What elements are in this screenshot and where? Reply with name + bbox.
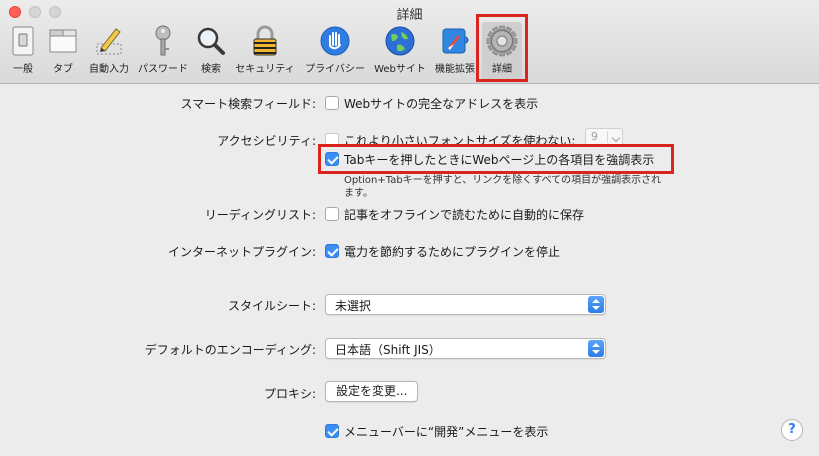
min-font-size-value: 9	[591, 130, 598, 143]
tab-highlight-note: Option+Tabキーを押すと、リンクを除くすべての項目が強調表示されます。	[344, 175, 662, 199]
stop-plugins-checkbox[interactable]	[325, 244, 339, 258]
tab-label: Webサイト	[374, 64, 426, 75]
tab-search[interactable]: 検索	[194, 22, 228, 80]
tab-security[interactable]: セキュリティ	[232, 22, 298, 80]
hand-icon	[320, 26, 350, 56]
plugins-label: インターネットプラグイン:	[167, 245, 316, 259]
encoding-label: デフォルトのエンコーディング:	[144, 343, 316, 357]
tab-label: パスワード	[138, 64, 188, 75]
toolbar: 詳細 一般 タブ 自動入力 パスワード 検索 セキュリティ プライバシー Web…	[0, 0, 819, 84]
tab-label: タブ	[53, 64, 73, 75]
key-icon	[155, 25, 171, 56]
accessibility-label: アクセシビリティ:	[217, 134, 316, 148]
encoding-value: 日本語（Shift JIS）	[335, 343, 441, 357]
tab-label: プライバシー	[305, 64, 365, 75]
up-down-arrows-icon	[588, 340, 604, 357]
up-down-arrows-icon	[588, 296, 604, 313]
tab-label: 自動入力	[89, 64, 129, 75]
reading-list-label: リーディングリスト:	[204, 208, 316, 222]
encoding-select[interactable]: 日本語（Shift JIS）	[325, 338, 606, 359]
general-switch-icon	[12, 26, 34, 56]
advanced-tab-highlight	[476, 14, 528, 82]
show-full-address-text: Webサイトの完全なアドレスを表示	[344, 97, 539, 111]
stylesheet-select[interactable]: 未選択	[325, 294, 606, 315]
tab-general[interactable]: 一般	[4, 22, 42, 80]
select-separator	[607, 131, 608, 143]
padlock-icon	[253, 25, 277, 56]
stylesheet-label: スタイルシート:	[227, 299, 316, 313]
stop-plugins-text: 電力を節約するためにプラグインを停止	[344, 245, 561, 259]
tabs-icon	[49, 29, 77, 53]
stylesheet-value: 未選択	[335, 299, 372, 313]
tab-autofill[interactable]: 自動入力	[86, 22, 132, 80]
change-settings-button[interactable]: 設定を変更...	[325, 381, 419, 402]
tab-passwords[interactable]: パスワード	[134, 22, 192, 80]
globe-icon	[385, 26, 415, 56]
tab-privacy[interactable]: プライバシー	[302, 22, 368, 80]
tab-label: セキュリティ	[235, 64, 295, 75]
show-full-address-checkbox[interactable]	[325, 96, 339, 110]
magnifier-icon	[197, 27, 225, 55]
pencil-form-icon	[96, 28, 122, 55]
chevron-down-icon	[611, 133, 621, 143]
save-offline-checkbox[interactable]	[325, 207, 339, 221]
show-develop-menu-checkbox[interactable]	[325, 424, 339, 438]
puzzle-compass-icon	[442, 28, 469, 54]
tab-label: 一般	[13, 64, 33, 75]
tab-label: 機能拡張	[435, 64, 475, 75]
tab-tabs[interactable]: タブ	[44, 22, 82, 80]
window-title: 詳細	[396, 8, 423, 23]
tab-websites[interactable]: Webサイト	[372, 22, 428, 80]
save-offline-text: 記事をオフラインで読むために自動的に保存	[344, 208, 585, 222]
tab-highlight-annotation	[318, 144, 674, 174]
show-develop-menu-text: メニューバーに“開発”メニューを表示	[344, 425, 549, 439]
help-button[interactable]: ?	[781, 419, 803, 441]
tab-label: 検索	[201, 64, 221, 75]
preferences-window: 詳細 一般 タブ 自動入力 パスワード 検索 セキュリティ プライバシー Web…	[0, 0, 819, 456]
smart-search-label: スマート検索フィールド:	[180, 97, 316, 111]
proxy-label: プロキシ:	[263, 387, 316, 401]
tab-extensions[interactable]: 機能拡張	[432, 22, 478, 80]
